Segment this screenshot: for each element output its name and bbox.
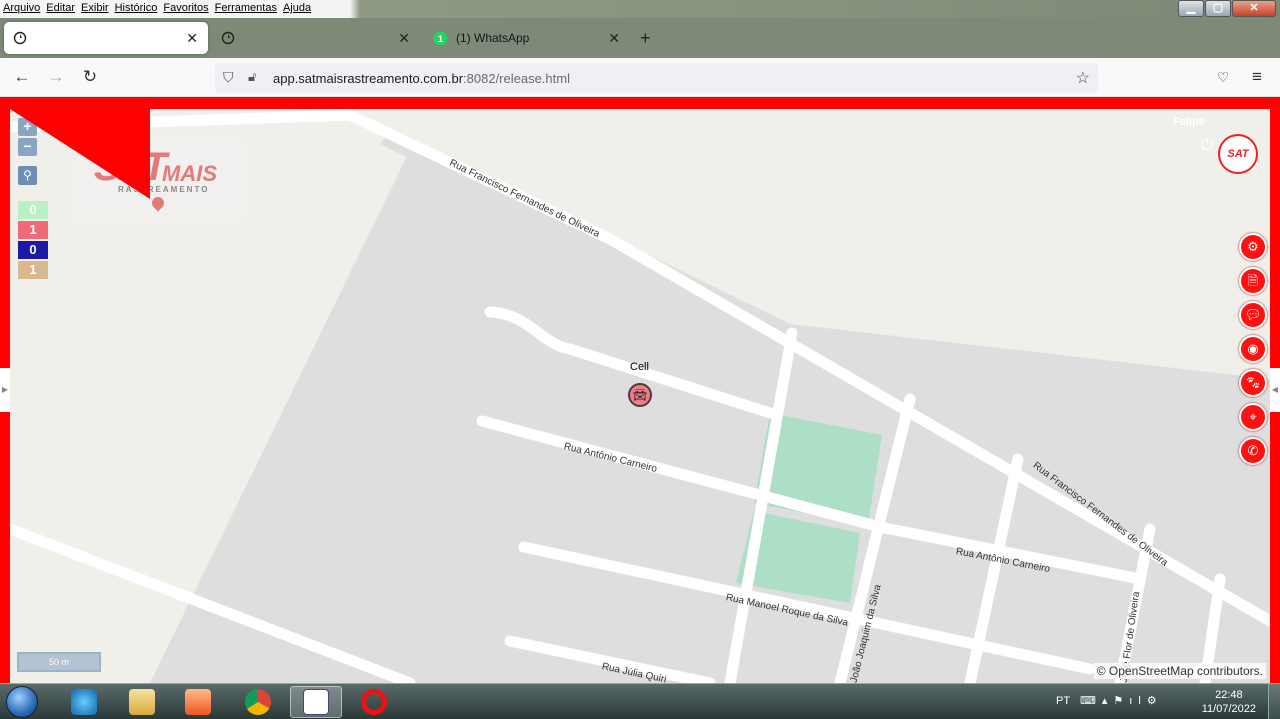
power-icon[interactable]: ⏻ xyxy=(1198,137,1216,155)
target-icon[interactable]: ◉ xyxy=(1239,335,1267,363)
close-tab-icon[interactable]: ✕ xyxy=(398,30,410,47)
menu-item-histórico[interactable]: Histórico xyxy=(112,0,161,18)
globe-icon xyxy=(220,30,236,46)
menu-item-ferramentas[interactable]: Ferramentas xyxy=(212,0,280,18)
counter-badge[interactable]: 0 xyxy=(18,201,48,219)
clock-time: 22:48 xyxy=(1215,689,1243,701)
opera-icon xyxy=(361,689,387,715)
crosshair-icon[interactable]: ⌖ xyxy=(1239,403,1267,431)
star-icon[interactable]: ☆ xyxy=(1076,68,1090,88)
ie-app[interactable] xyxy=(58,686,110,718)
back-arrow-icon[interactable]: ← xyxy=(12,67,32,87)
tab-whatsapp[interactable]: 1 (1) WhatsApp ✕ xyxy=(424,22,630,54)
map-pin-icon xyxy=(149,194,167,212)
chrome-app[interactable] xyxy=(232,686,284,718)
document-icon xyxy=(303,689,329,715)
right-panel-toggle-icon[interactable]: ◀ xyxy=(1270,368,1280,412)
menu-item-arquivo[interactable]: Arquivo xyxy=(0,0,43,18)
menu-item-editar[interactable]: Editar xyxy=(43,0,78,18)
menu-item-favoritos[interactable]: Favoritos xyxy=(160,0,211,18)
chrome-icon xyxy=(245,689,271,715)
start-button[interactable] xyxy=(6,686,38,718)
map-canvas[interactable]: Rua Francisco Fernandes de Oliveira Rua … xyxy=(10,109,1270,683)
scale-bar: 50 m xyxy=(17,652,101,672)
chat-icon[interactable]: 💬︎ xyxy=(1239,301,1267,329)
tab-strip: ✕ ✕ 1 (1) WhatsApp ✕ + xyxy=(0,18,1280,58)
show-desktop-button[interactable] xyxy=(1268,684,1280,719)
gears-icon[interactable]: ⚙ xyxy=(1239,233,1267,261)
reload-icon[interactable]: ↻ xyxy=(80,67,100,87)
language-indicator[interactable]: PT xyxy=(1056,695,1070,707)
url-text[interactable]: app.satmaisrastreamento.com.br:8082/rele… xyxy=(273,71,570,86)
forward-arrow-icon[interactable]: → xyxy=(46,67,66,87)
side-toolbar: ⚙ 🗎︎ 💬︎ ◉ 🐾︎ ⌖ ✆ xyxy=(1239,233,1267,471)
counter-badge[interactable]: 1 xyxy=(18,261,48,279)
clock-date: 11/07/2022 xyxy=(1201,703,1256,715)
tab-label: (1) WhatsApp xyxy=(456,31,530,45)
close-window-button[interactable]: ✕ xyxy=(1232,0,1276,17)
internet-explorer-icon xyxy=(71,689,97,715)
menu-icon[interactable]: ≡ xyxy=(1247,67,1267,87)
car-icon[interactable]: 🚘︎ xyxy=(628,383,652,407)
folder-icon xyxy=(129,689,155,715)
lock-icon[interactable]: 🔓︎ xyxy=(248,69,256,85)
map-attribution[interactable]: © OpenStreetMap contributors. xyxy=(1093,663,1266,679)
logo-sub: MAIS xyxy=(162,161,217,186)
menu-item-exibir[interactable]: Exibir xyxy=(78,0,112,18)
svg-text:1: 1 xyxy=(437,34,442,44)
status-counters: 0 1 0 1 xyxy=(18,201,48,281)
window-controls: ▁ ▢ ✕ xyxy=(1178,0,1276,17)
navigation-bar: ← → ↻ ⛉ 🔓︎ app.satmaisrastreamento.com.b… xyxy=(0,58,1280,97)
paw-icon[interactable]: 🐾︎ xyxy=(1239,369,1267,397)
document-icon[interactable]: 🗎︎ xyxy=(1239,267,1267,295)
taskbar: PT ⌨▴⚑ıl⚙ 22:48 11/07/2022 xyxy=(0,683,1280,719)
whatsapp-icon: 1 xyxy=(432,30,448,46)
clock[interactable]: 22:48 11/07/2022 xyxy=(1202,688,1256,716)
media-app[interactable] xyxy=(172,686,224,718)
media-player-icon xyxy=(185,689,211,715)
brand-badge: SAT xyxy=(1218,134,1258,174)
maximize-button[interactable]: ▢ xyxy=(1205,0,1231,17)
left-panel-toggle-icon[interactable]: ▶ xyxy=(0,368,10,412)
app-page: Rua Francisco Fernandes de Oliveira Rua … xyxy=(0,97,1280,683)
counter-badge[interactable]: 1 xyxy=(18,221,48,239)
explorer-app[interactable] xyxy=(116,686,168,718)
opera-app[interactable] xyxy=(348,686,400,718)
shield-icon[interactable]: ⛉ xyxy=(223,69,234,86)
counter-badge[interactable]: 0 xyxy=(18,241,48,259)
minimize-button[interactable]: ▁ xyxy=(1178,0,1204,17)
tab-second[interactable]: ✕ xyxy=(212,22,420,54)
url-bar[interactable]: ⛉ 🔓︎ app.satmaisrastreamento.com.br:8082… xyxy=(215,63,1098,93)
system-tray: PT ⌨▴⚑ıl⚙ 22:48 11/07/2022 xyxy=(1048,684,1280,719)
menu-items: Arquivo Editar Exibir Histórico Favoritos Fer… xyxy=(0,0,319,18)
window-app[interactable] xyxy=(290,686,342,718)
close-tab-icon[interactable]: ✕ xyxy=(186,30,198,47)
user-name[interactable]: Felipe xyxy=(1173,116,1205,128)
vehicle-label: Cell xyxy=(630,361,649,373)
tray-icons[interactable]: ⌨▴⚑ıl⚙ xyxy=(1080,694,1163,707)
corner-banner xyxy=(10,109,150,199)
menu-bar: Arquivo Editar Exibir Histórico Favoritos Fer… xyxy=(0,0,1280,18)
whatsapp-icon[interactable]: ✆ xyxy=(1239,437,1267,465)
menu-item-ajuda[interactable]: Ajuda xyxy=(280,0,314,18)
globe-icon xyxy=(12,30,28,46)
pocket-icon[interactable]: ♡ xyxy=(1213,67,1233,87)
new-tab-icon[interactable]: + xyxy=(640,28,651,49)
close-tab-icon[interactable]: ✕ xyxy=(608,30,620,47)
tab-satmais[interactable]: ✕ xyxy=(4,22,208,54)
